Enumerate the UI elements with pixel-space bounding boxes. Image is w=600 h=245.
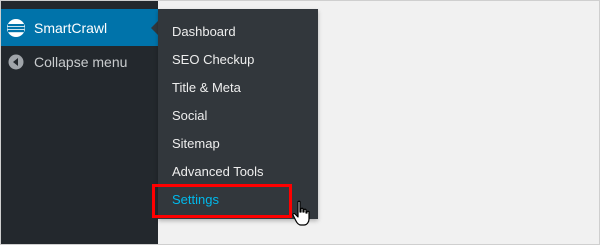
sidebar-item-label: SmartCrawl — [34, 19, 108, 36]
submenu-item-sitemap[interactable]: Sitemap — [172, 134, 220, 154]
admin-sidebar: SmartCrawl Collapse menu — [0, 0, 159, 245]
submenu-item-seo-checkup[interactable]: SEO Checkup — [172, 50, 254, 70]
settings-highlight-box — [152, 184, 292, 218]
submenu-item-advanced-tools[interactable]: Advanced Tools — [172, 162, 264, 182]
submenu-item-dashboard[interactable]: Dashboard — [172, 22, 236, 42]
submenu-item-title-meta[interactable]: Title & Meta — [172, 78, 241, 98]
collapse-arrow-left-icon — [8, 54, 24, 70]
smartcrawl-icon — [6, 18, 26, 38]
collapse-menu-label: Collapse menu — [34, 54, 128, 70]
collapse-menu-button[interactable]: Collapse menu — [0, 50, 158, 74]
hand-pointer-icon — [292, 200, 312, 228]
submenu-item-social[interactable]: Social — [172, 106, 207, 126]
sidebar-item-smartcrawl[interactable]: SmartCrawl — [0, 9, 159, 46]
